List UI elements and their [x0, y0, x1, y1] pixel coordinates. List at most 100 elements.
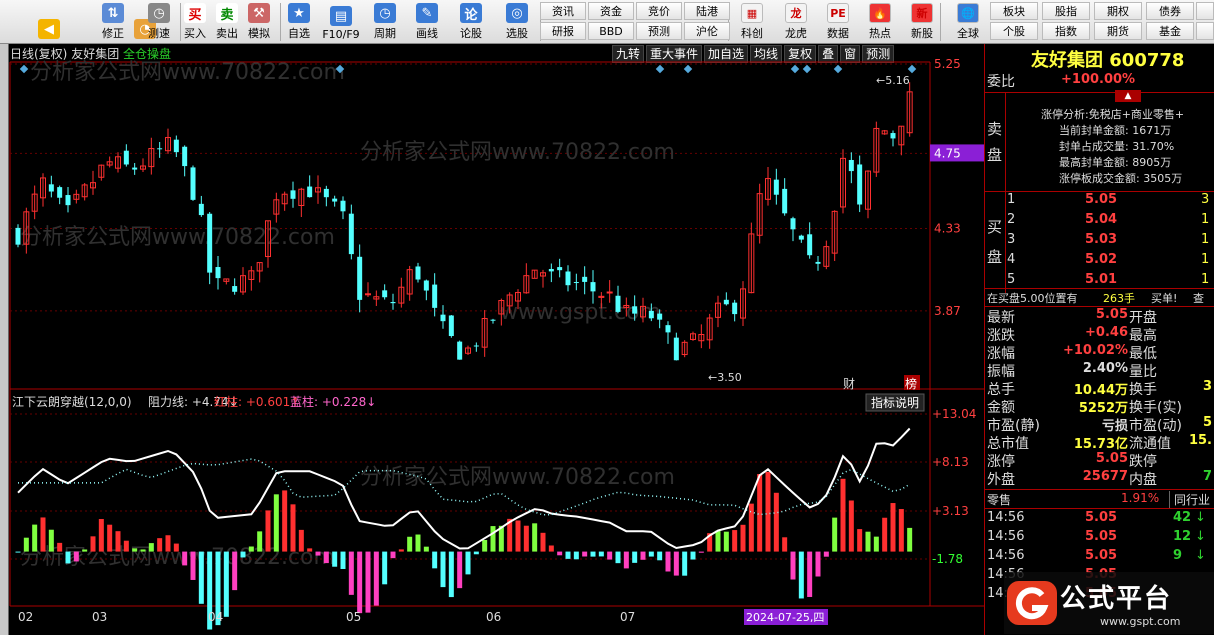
quick-tab[interactable]: 资讯	[540, 2, 586, 20]
quick-tab[interactable]: 沪伦	[684, 22, 730, 40]
quote-panel: 友好集团 600778 委比 +100.00% ▲ 卖 盘 涨停分析:免税店+商业零售+ 当…	[984, 44, 1214, 635]
bid-price[interactable]: 5.03	[1085, 232, 1117, 247]
bid-price[interactable]: 5.05	[1085, 192, 1117, 207]
candle-body-down	[773, 179, 779, 195]
queue-check[interactable]: 查	[1193, 290, 1204, 306]
indicator-bar	[757, 474, 763, 552]
stat-label-2: 开盘	[1129, 310, 1157, 326]
star-icon: ★	[288, 3, 310, 23]
quick-tab[interactable]: 陆港	[684, 2, 730, 20]
toolbar-龙虎[interactable]: 龙龙虎	[778, 1, 814, 43]
toolbar-自选[interactable]: ★ 自选	[282, 1, 316, 43]
stat-label: 市盈(静)	[987, 418, 1040, 434]
candle-body-down	[807, 234, 813, 256]
candle-body-up	[365, 293, 371, 296]
rank-marker[interactable]: 榜	[905, 376, 917, 391]
bid-price[interactable]: 5.02	[1085, 252, 1117, 267]
market-tab[interactable]: 期货	[1094, 22, 1142, 40]
month-label: 02	[18, 610, 33, 624]
event-diamond[interactable]	[683, 64, 693, 74]
dragon-icon: 龙	[785, 3, 807, 23]
toolbar-选股[interactable]: ◎ 选股	[500, 1, 534, 43]
candle-body-down	[57, 187, 63, 198]
toolbar-数据[interactable]: PE 数据	[820, 1, 856, 43]
candle-body-down	[790, 218, 796, 230]
toolbar-F10/F9[interactable]: ▤ F10/F9	[322, 1, 360, 43]
quick-tab[interactable]: 竞价	[636, 2, 682, 20]
indicator-bar	[540, 532, 546, 552]
toolbar-label: 模拟	[248, 27, 270, 40]
quick-tab[interactable]: 研报	[540, 22, 586, 40]
quick-tab[interactable]: 预测	[636, 22, 682, 40]
stat-value-2: 3	[1202, 379, 1212, 394]
toolbar-科创[interactable]: ▦ 科创	[734, 1, 770, 43]
stat-value: 15.73亿	[1073, 437, 1128, 452]
toolbar-测速[interactable]: ◷ 测速	[142, 1, 176, 43]
stat-value-2: 7	[1202, 469, 1212, 484]
toolbar-热点[interactable]: 🔥 热点	[862, 1, 898, 43]
market-tab[interactable]: 基金	[1146, 22, 1194, 40]
indicator-bar	[623, 551, 629, 569]
candle-body-down	[157, 148, 163, 150]
indicator-bar	[407, 536, 413, 552]
toolbar-买入[interactable]: 买买入	[178, 1, 212, 43]
market-tab[interactable]: 板块	[990, 2, 1038, 20]
kline-chart[interactable]: 5.254.754.333.874.75分析家公式网www.70822.com分…	[0, 44, 984, 635]
toolbar-论股[interactable]: 论论股	[454, 1, 488, 43]
market-tab[interactable]: 期权	[1094, 2, 1142, 20]
market-tab[interactable]: 股指	[1042, 2, 1090, 20]
buy-label-2: 盘	[987, 248, 1003, 266]
stat-label: 振幅	[987, 364, 1015, 380]
up-down-icon: ⇅	[102, 3, 124, 23]
quick-tab[interactable]: 资金	[588, 2, 634, 20]
limit-info: 最高封单金额: 8905万	[1059, 156, 1172, 169]
market-tab[interactable]: 指数	[1042, 22, 1090, 40]
toolbar-label: 新股	[911, 27, 933, 40]
toolbar-模拟[interactable]: ⚒ 模拟	[242, 1, 276, 43]
event-diamond[interactable]	[655, 64, 665, 74]
stat-label-2: 量比	[1129, 364, 1157, 380]
indicator-bar	[332, 551, 338, 567]
current-price-label: 4.75	[934, 146, 961, 160]
candle-body-down	[673, 337, 679, 361]
stat-label-2: 最高	[1129, 328, 1157, 344]
toolbar-全球[interactable]: 🌐 全球	[950, 1, 986, 43]
watermark: 分析家公式网www.70822.com	[20, 225, 335, 250]
indicator-bar	[40, 517, 46, 552]
candle-body-down	[432, 284, 438, 308]
more-tab[interactable]	[1196, 2, 1214, 20]
collapse-icon[interactable]: ▲	[1115, 90, 1141, 102]
market-tab[interactable]: 个股	[990, 22, 1038, 40]
indicator-bar	[390, 551, 396, 559]
sector-name[interactable]: 零售	[987, 491, 1011, 508]
new-stock-icon: 新	[911, 3, 933, 23]
toolbar-周期[interactable]: ◷ 周期	[368, 1, 402, 43]
quick-tab[interactable]: BBD	[588, 22, 634, 40]
toolbar-画线[interactable]: ✎ 画线	[410, 1, 444, 43]
finance-marker[interactable]: 财	[843, 377, 855, 391]
divider	[985, 489, 1214, 490]
toolbar-separator	[280, 3, 281, 41]
event-diamond[interactable]	[907, 64, 917, 74]
more-tab[interactable]	[1196, 22, 1214, 40]
indicator-bar	[548, 545, 554, 552]
indicator-name[interactable]: 江下云朗穿越(12,0,0)	[12, 394, 132, 409]
sector-peer[interactable]: 同行业	[1169, 491, 1210, 508]
bid-price[interactable]: 5.04	[1085, 212, 1117, 227]
indicator-bar	[465, 551, 471, 575]
indicator-bar	[890, 503, 896, 552]
toolbar-back-arrow-icon[interactable]: ◀	[32, 1, 66, 43]
toolbar-卖出[interactable]: 卖卖出	[210, 1, 244, 43]
indicator-bar	[415, 534, 421, 552]
candle-body-down	[323, 188, 329, 198]
toolbar-新股[interactable]: 新新股	[904, 1, 940, 43]
event-diamond[interactable]	[790, 64, 800, 74]
toolbar-修正[interactable]: ⇅ 修正	[96, 1, 130, 43]
event-diamond[interactable]	[833, 64, 843, 74]
event-diamond[interactable]	[19, 64, 29, 74]
tick-price: 5.05	[1085, 548, 1118, 563]
bid-price[interactable]: 5.01	[1085, 272, 1117, 287]
event-diamond[interactable]	[802, 64, 812, 74]
stat-label: 最新	[987, 310, 1015, 326]
market-tab[interactable]: 债券	[1146, 2, 1194, 20]
